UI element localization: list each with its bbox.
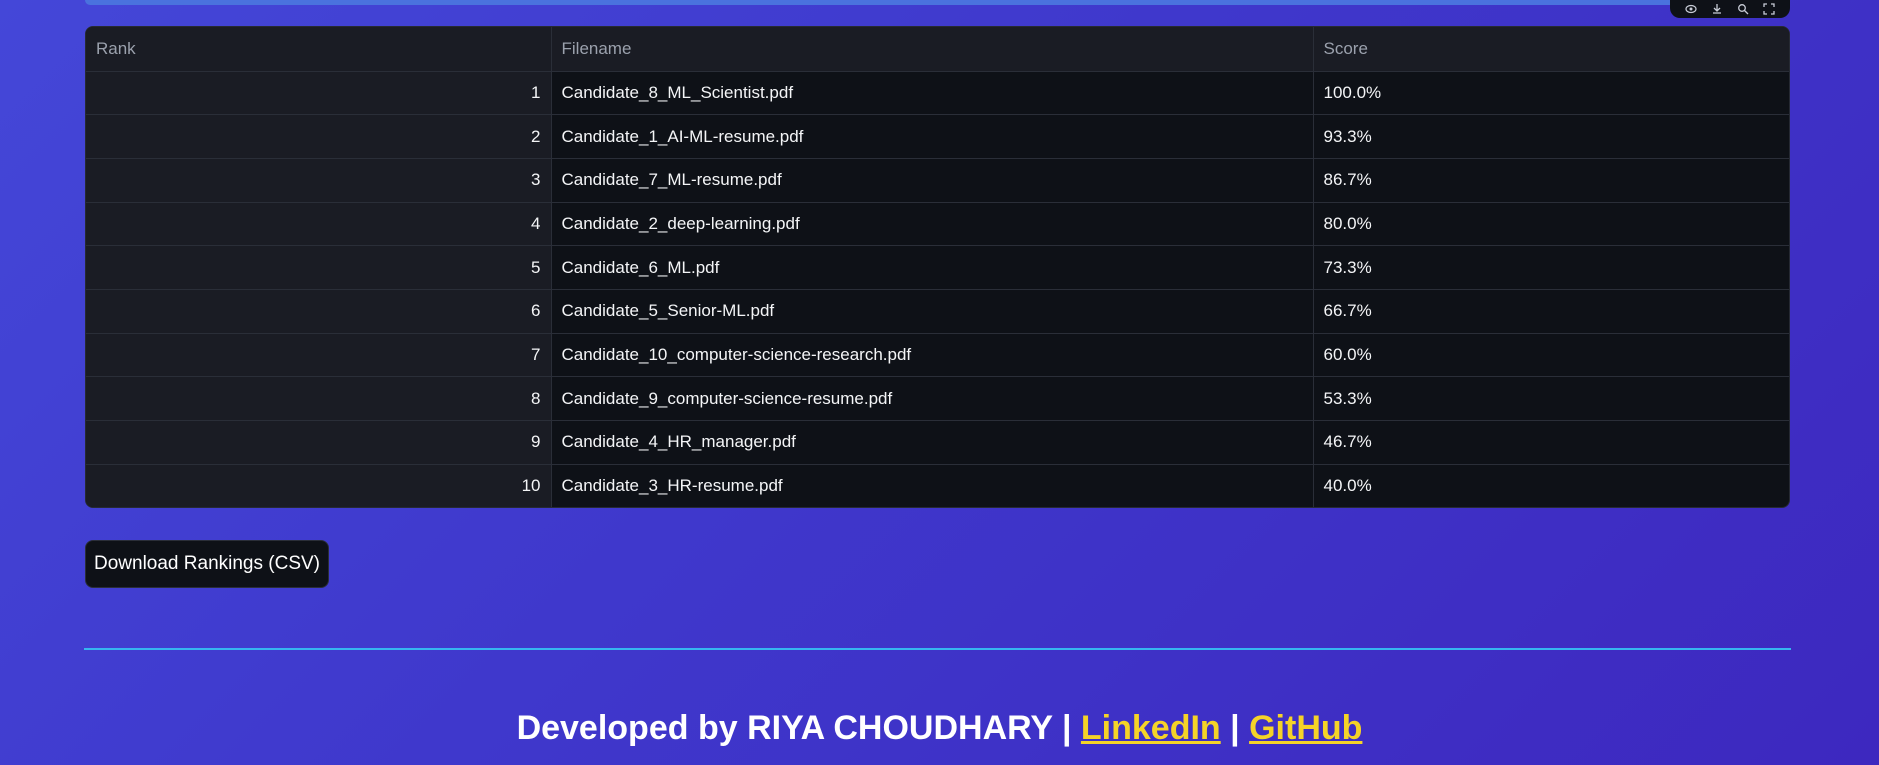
score-cell[interactable]: 46.7% (1313, 420, 1789, 465)
table-row[interactable]: 10 Candidate_3_HR-resume.pdf 40.0% (86, 464, 1789, 507)
table-row[interactable]: 3 Candidate_7_ML-resume.pdf 86.7% (86, 158, 1789, 203)
filename-cell[interactable]: Candidate_1_AI-ML-resume.pdf (551, 114, 1314, 159)
table-header-row: Rank Filename Score (86, 27, 1789, 72)
table-row[interactable]: 1 Candidate_8_ML_Scientist.pdf 100.0% (86, 71, 1789, 116)
search-icon[interactable] (1735, 3, 1751, 15)
fullscreen-icon[interactable] (1761, 3, 1777, 15)
score-cell[interactable]: 66.7% (1313, 289, 1789, 334)
filename-cell[interactable]: Candidate_7_ML-resume.pdf (551, 158, 1314, 203)
filename-cell[interactable]: Candidate_6_ML.pdf (551, 245, 1314, 290)
filename-cell[interactable]: Candidate_8_ML_Scientist.pdf (551, 71, 1314, 116)
filename-cell[interactable]: Candidate_2_deep-learning.pdf (551, 202, 1314, 247)
filename-cell[interactable]: Candidate_9_computer-science-resume.pdf (551, 376, 1314, 421)
rank-cell[interactable]: 5 (86, 245, 552, 290)
footer-separator: | (1052, 709, 1081, 747)
table-row[interactable]: 8 Candidate_9_computer-science-resume.pdf… (86, 376, 1789, 421)
linkedin-link[interactable]: LinkedIn (1081, 709, 1221, 747)
footer: Developed by RIYA CHOUDHARY | LinkedIn |… (0, 700, 1879, 756)
download-rankings-csv-button[interactable]: Download Rankings (CSV) (85, 540, 329, 588)
score-cell[interactable]: 40.0% (1313, 464, 1789, 507)
rank-cell[interactable]: 6 (86, 289, 552, 334)
table-row[interactable]: 2 Candidate_1_AI-ML-resume.pdf 93.3% (86, 114, 1789, 159)
table-body: 1 Candidate_8_ML_Scientist.pdf 100.0% 2 Cand… (86, 71, 1789, 507)
rank-cell[interactable]: 4 (86, 202, 552, 247)
table-row[interactable]: 5 Candidate_6_ML.pdf 73.3% (86, 245, 1789, 290)
score-cell[interactable]: 53.3% (1313, 376, 1789, 421)
score-cell[interactable]: 100.0% (1313, 71, 1789, 116)
rank-cell[interactable]: 9 (86, 420, 552, 465)
column-header-rank[interactable]: Rank (86, 27, 552, 72)
rank-cell[interactable]: 1 (86, 71, 552, 116)
rank-cell[interactable]: 8 (86, 376, 552, 421)
rankings-table[interactable]: Rank Filename Score 1 Candidate_8_ML_Scie… (85, 26, 1790, 508)
dataframe-toolbar (1670, 0, 1790, 18)
footer-divider (84, 648, 1791, 650)
download-icon[interactable] (1709, 3, 1725, 15)
filename-cell[interactable]: Candidate_10_computer-science-research.p… (551, 333, 1314, 378)
filename-cell[interactable]: Candidate_3_HR-resume.pdf (551, 464, 1314, 507)
rank-cell[interactable]: 7 (86, 333, 552, 378)
rank-cell[interactable]: 10 (86, 464, 552, 507)
score-cell[interactable]: 73.3% (1313, 245, 1789, 290)
rank-cell[interactable]: 3 (86, 158, 552, 203)
score-cell[interactable]: 93.3% (1313, 114, 1789, 159)
score-cell[interactable]: 60.0% (1313, 333, 1789, 378)
table-row[interactable]: 7 Candidate_10_computer-science-research.… (86, 333, 1789, 378)
developer-credit: Developed by RIYA CHOUDHARY (516, 709, 1053, 747)
score-cell[interactable]: 86.7% (1313, 158, 1789, 203)
eye-icon[interactable] (1683, 3, 1699, 15)
filename-cell[interactable]: Candidate_4_HR_manager.pdf (551, 420, 1314, 465)
footer-separator: | (1220, 709, 1250, 747)
previous-section-strip (85, 0, 1790, 5)
column-header-score[interactable]: Score (1313, 27, 1789, 72)
table-row[interactable]: 4 Candidate_2_deep-learning.pdf 80.0% (86, 202, 1789, 247)
rank-cell[interactable]: 2 (86, 114, 552, 159)
score-cell[interactable]: 80.0% (1313, 202, 1789, 247)
table-row[interactable]: 9 Candidate_4_HR_manager.pdf 46.7% (86, 420, 1789, 465)
github-link[interactable]: GitHub (1249, 709, 1362, 747)
filename-cell[interactable]: Candidate_5_Senior-ML.pdf (551, 289, 1314, 334)
table-row[interactable]: 6 Candidate_5_Senior-ML.pdf 66.7% (86, 289, 1789, 334)
column-header-filename[interactable]: Filename (551, 27, 1314, 72)
